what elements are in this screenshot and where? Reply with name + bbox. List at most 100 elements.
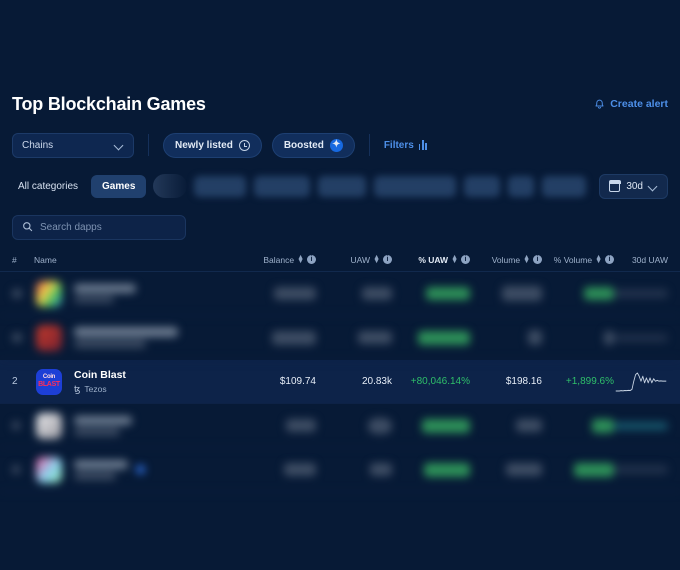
row-rank: [0, 289, 34, 298]
row-rank: [0, 465, 34, 474]
search-dapps-box[interactable]: [12, 215, 186, 240]
category-pill[interactable]: [508, 175, 535, 197]
category-all[interactable]: All categories: [12, 181, 84, 192]
clock-icon: [238, 139, 250, 151]
row-balance: [230, 330, 316, 345]
column-label: UAW: [350, 254, 371, 265]
table-row[interactable]: [0, 448, 680, 492]
row-sparkline: [614, 421, 680, 430]
newly-listed-filter[interactable]: Newly listed: [163, 132, 262, 158]
create-alert-button[interactable]: Create alert: [594, 98, 668, 110]
table-row[interactable]: [0, 404, 680, 448]
row-rank: [0, 333, 34, 342]
category-pill[interactable]: [464, 175, 501, 197]
filter-divider: [148, 134, 149, 156]
table-header-row: # Name Balance ▲ ▼ i UAW ▲ ▼ i % UAW ▲ ▼ i …: [0, 248, 680, 272]
category-bar: All categories Games 30d: [0, 170, 680, 202]
dapp-ranking-page: Top Blockchain Games Create alert Chains…: [0, 0, 680, 570]
info-icon[interactable]: i: [383, 255, 392, 264]
sort-icon[interactable]: ▲ ▼: [595, 254, 602, 265]
row-percent-uaw: +80,046.14%: [410, 376, 470, 387]
sort-icon[interactable]: ▲ ▼: [451, 254, 458, 265]
column-header-volume[interactable]: Volume ▲ ▼ i: [470, 254, 542, 265]
row-name: [34, 324, 230, 351]
table-row[interactable]: [0, 316, 680, 360]
info-icon[interactable]: i: [533, 255, 542, 264]
row-percent-uaw: [392, 418, 470, 433]
row-name: [34, 280, 230, 307]
boosted-filter[interactable]: Boosted ✦: [271, 132, 355, 158]
row-balance: [230, 463, 316, 476]
boost-sparkle-icon: ✦: [329, 138, 343, 152]
row-name[interactable]: Coin BLAST Coin Blast ꜩ Tezos: [34, 368, 230, 395]
filter-divider-2: [368, 134, 370, 156]
table-row[interactable]: 2 Coin BLAST Coin Blast ꜩ Tezos $109.74 …: [0, 360, 680, 404]
category-hidden-pills[interactable]: [194, 175, 587, 197]
row-rank: [0, 421, 34, 430]
row-volume: [470, 419, 542, 432]
dapp-table: # Name Balance ▲ ▼ i UAW ▲ ▼ i % UAW ▲ ▼ i …: [0, 248, 680, 492]
column-header-name: Name: [34, 254, 57, 265]
sort-icon[interactable]: ▲ ▼: [297, 254, 304, 265]
filter-bar: Chains Newly listed Boosted ✦ Filters: [0, 128, 680, 162]
row-sparkline: [614, 289, 680, 298]
row-percent-volume: [542, 287, 614, 300]
row-volume: $198.16: [505, 376, 542, 387]
category-scroll-fade: [153, 174, 188, 198]
row-balance: $109.74: [279, 376, 316, 387]
category-pill[interactable]: [254, 175, 311, 197]
time-range-selector[interactable]: 30d: [599, 173, 668, 199]
row-percent-volume: [542, 418, 614, 433]
search-icon: [22, 219, 33, 237]
column-header-balance[interactable]: Balance ▲ ▼ i: [230, 254, 316, 265]
tezos-icon: ꜩ: [74, 383, 81, 394]
category-games[interactable]: Games: [91, 174, 147, 198]
row-percent-volume: [542, 330, 614, 345]
column-header-uaw[interactable]: UAW ▲ ▼ i: [316, 254, 392, 265]
column-header-percent-volume[interactable]: % Volume ▲ ▼ i: [542, 254, 614, 265]
sort-icon[interactable]: ▲ ▼: [373, 254, 380, 265]
dapp-chain: ꜩ Tezos: [74, 384, 126, 394]
chains-dropdown[interactable]: Chains: [12, 132, 134, 158]
column-label: Balance: [263, 254, 295, 265]
row-volume: [470, 286, 542, 301]
row-uaw: [316, 287, 392, 300]
chain-name: Tezos: [84, 384, 107, 394]
row-uaw: [316, 331, 392, 344]
boosted-label: Boosted: [283, 139, 324, 151]
dapp-logo-text-bottom: BLAST: [38, 380, 60, 388]
row-uaw: [316, 417, 392, 434]
chains-label: Chains: [22, 139, 54, 151]
create-alert-label: Create alert: [610, 98, 668, 110]
row-name: [34, 456, 230, 483]
info-icon[interactable]: i: [307, 255, 316, 264]
row-percent-volume: [542, 462, 614, 477]
info-icon[interactable]: i: [461, 255, 470, 264]
column-header-percent-uaw[interactable]: % UAW ▲ ▼ i: [392, 254, 470, 265]
table-row[interactable]: [0, 272, 680, 316]
dapp-logo: Coin BLAST: [36, 368, 62, 395]
row-uaw: [316, 463, 392, 476]
sort-icon[interactable]: ▲ ▼: [523, 254, 530, 265]
row-volume: [470, 330, 542, 345]
row-rank: 2: [0, 376, 34, 387]
info-icon[interactable]: i: [605, 255, 614, 264]
page-header: Top Blockchain Games Create alert: [0, 88, 680, 120]
search-input[interactable]: [40, 222, 176, 233]
time-range-label: 30d: [626, 180, 643, 192]
category-pill[interactable]: [374, 175, 457, 197]
row-percent-volume: +1,899.6%: [565, 376, 614, 387]
row-sparkline: [614, 465, 680, 474]
category-pill[interactable]: [542, 175, 587, 197]
row-volume: [470, 463, 542, 476]
category-pill[interactable]: [194, 175, 247, 197]
column-label: % Volume: [553, 254, 593, 265]
category-pill[interactable]: [318, 175, 367, 197]
column-label: % UAW: [418, 254, 449, 265]
column-label: Volume: [491, 254, 521, 265]
row-name: [34, 412, 230, 439]
row-percent-uaw: [392, 462, 470, 477]
filters-button[interactable]: Filters: [384, 140, 427, 151]
bell-alert-icon: [594, 99, 605, 110]
filters-label: Filters: [383, 139, 414, 151]
